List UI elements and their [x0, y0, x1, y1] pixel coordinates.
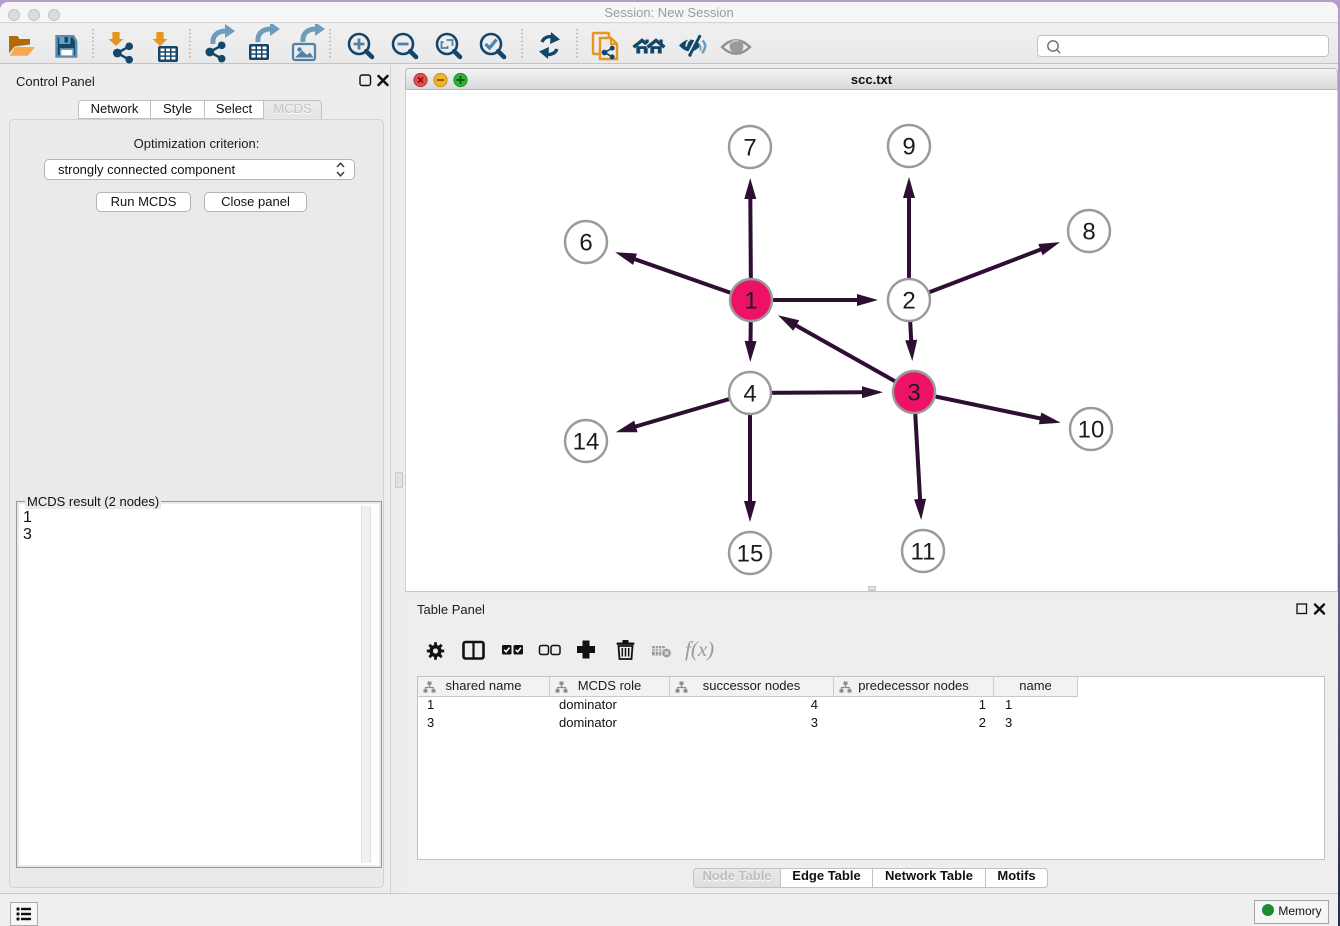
svg-text:14: 14 [573, 429, 600, 456]
svg-text:1: 1 [744, 288, 757, 315]
svg-text:4: 4 [743, 381, 756, 408]
svg-text:6: 6 [579, 230, 592, 257]
svg-text:15: 15 [737, 541, 764, 568]
svg-text:11: 11 [911, 539, 936, 566]
svg-text:3: 3 [907, 380, 920, 407]
svg-text:f(x): f(x) [685, 638, 714, 661]
svg-text:2: 2 [902, 288, 915, 315]
svg-text:7: 7 [743, 135, 756, 162]
svg-text:10: 10 [1078, 417, 1105, 444]
svg-text:8: 8 [1082, 219, 1095, 246]
svg-text:9: 9 [902, 134, 915, 161]
